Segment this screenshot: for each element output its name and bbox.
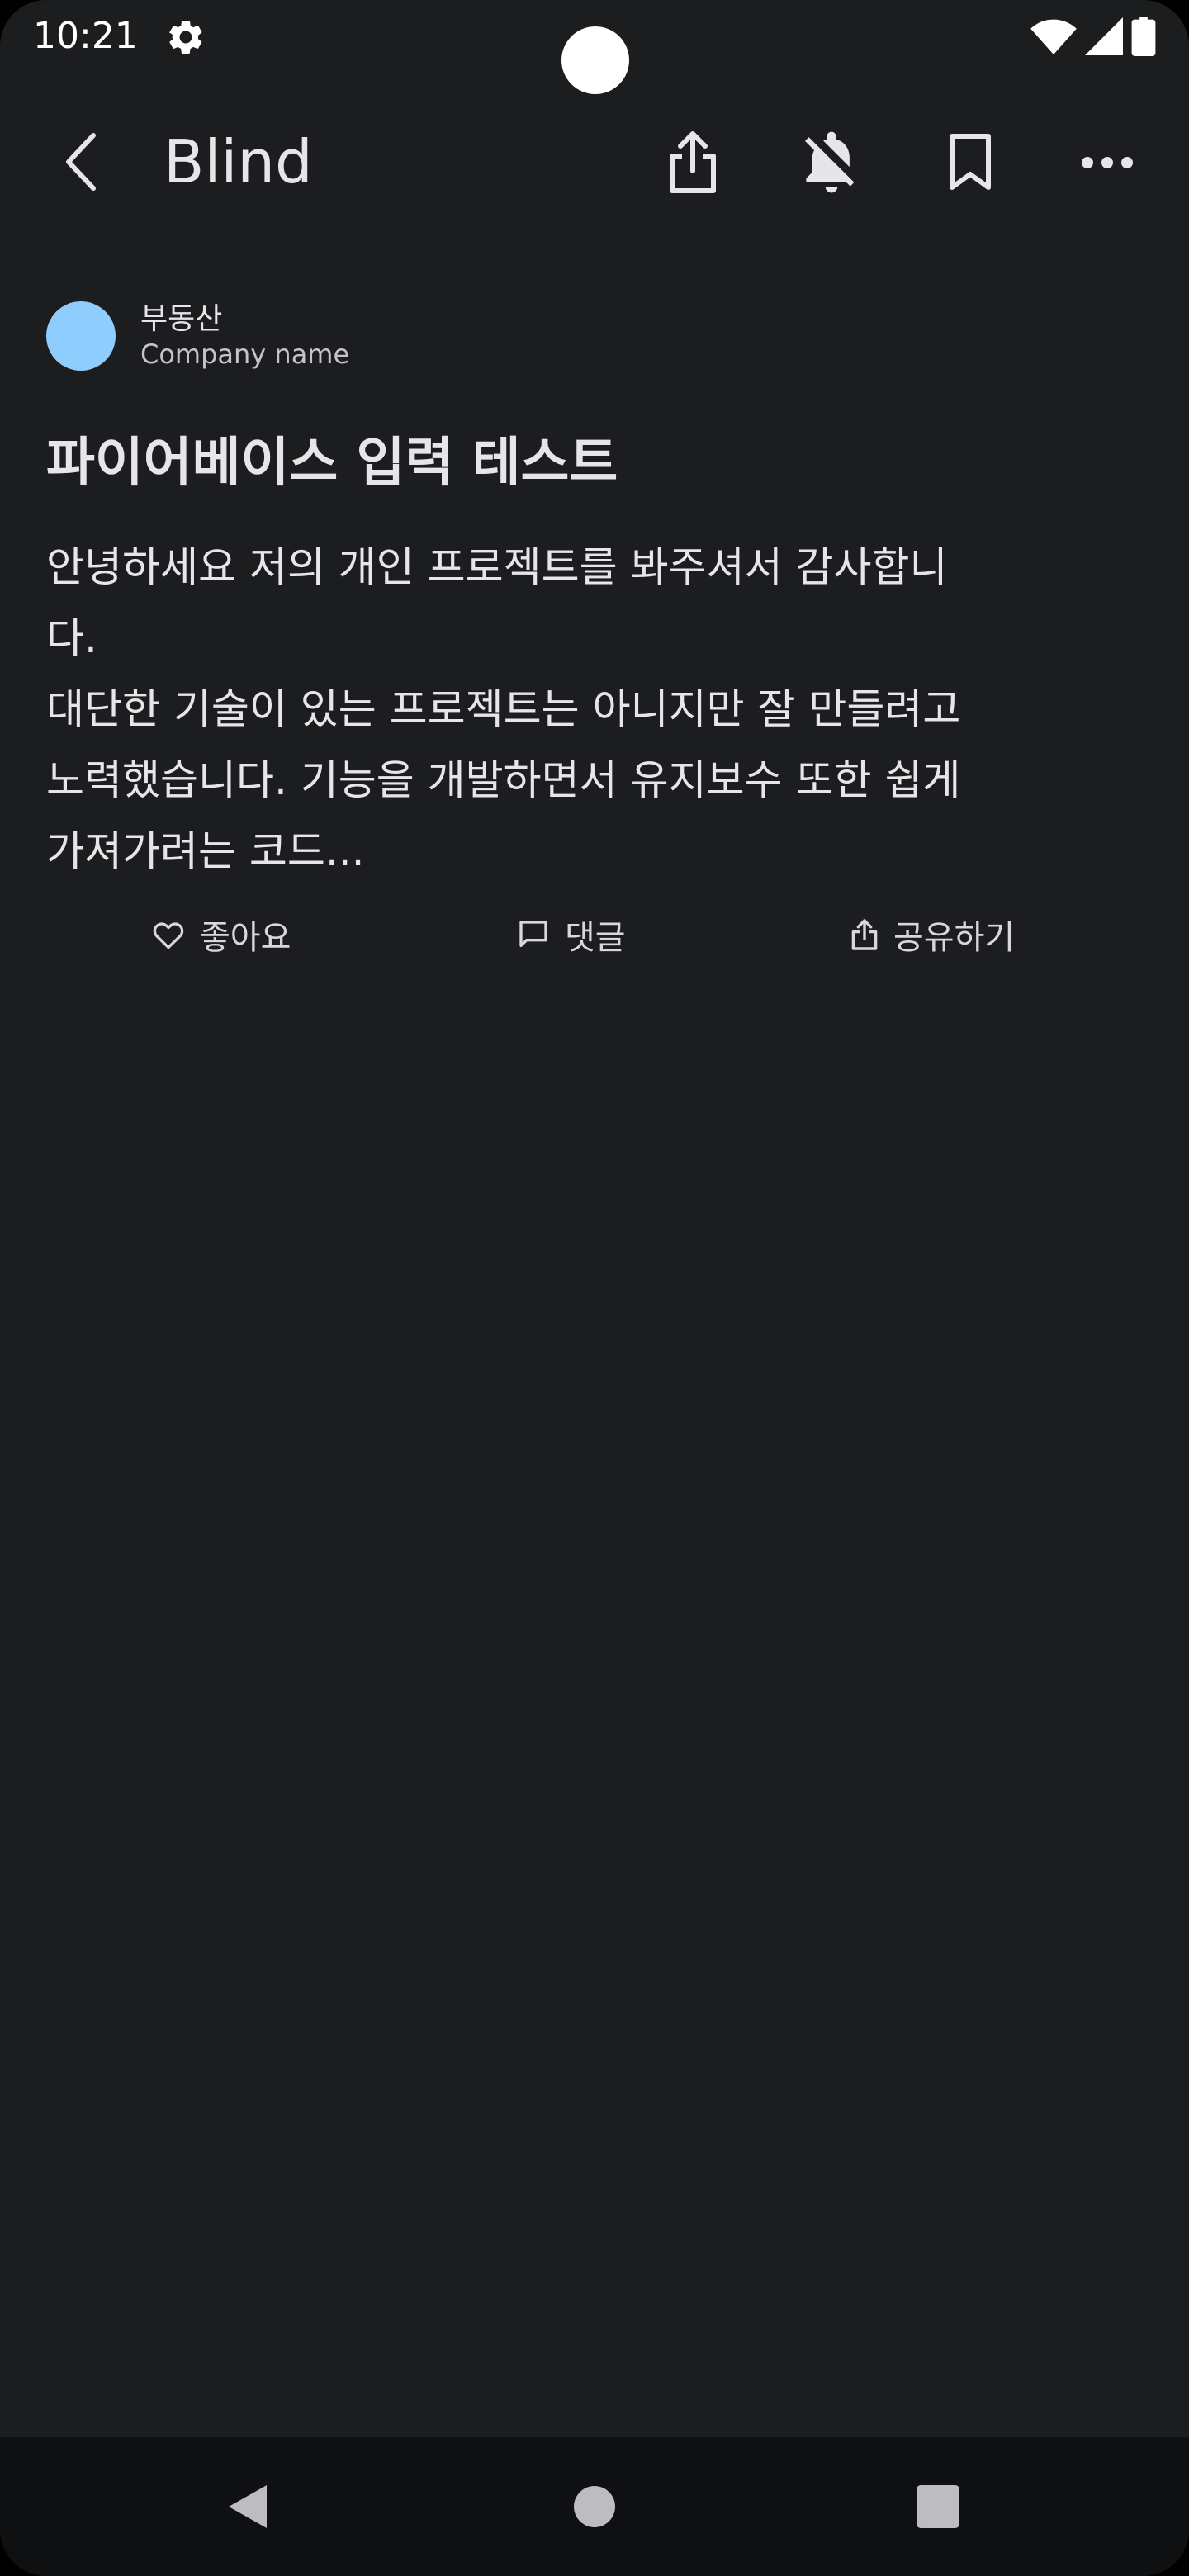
company-name: Company name	[140, 339, 350, 370]
signal-icon	[1085, 17, 1123, 59]
comment-button[interactable]: 댓글	[517, 900, 626, 969]
post-body[interactable]: 안녕하세요 저의 개인 프로젝트를 봐주셔서 감사합니 다. 대단한 기술이 있…	[46, 532, 1153, 887]
author-row[interactable]: 부동산 Company name	[46, 299, 349, 373]
home-circle-icon	[574, 2486, 615, 2527]
notifications-off-icon	[804, 131, 855, 193]
status-time: 10:21	[33, 15, 138, 57]
reaction-bar: 좋아요 댓글 공유하기	[0, 900, 1189, 969]
heart-icon	[153, 922, 184, 949]
back-triangle-icon	[229, 2485, 267, 2528]
comment-icon	[519, 921, 547, 947]
status-bar: 10:21	[0, 0, 1189, 94]
post-body-line: 가져가려는 코드...	[46, 827, 365, 875]
more-icon	[1082, 157, 1133, 168]
notifications-off-button[interactable]	[794, 125, 869, 200]
nav-recents-button[interactable]	[897, 2465, 979, 2548]
like-label: 좋아요	[200, 919, 291, 957]
app-title: Blind	[163, 127, 313, 197]
bookmark-icon	[950, 134, 991, 190]
bookmark-button[interactable]	[933, 125, 1007, 200]
screen: 10:21 Blind 부동산 Company name 파이어베이스 입력 테…	[0, 0, 1189, 2576]
share-icon	[670, 131, 716, 193]
post-body-line: 노력했습니다. 기능을 개발하면서 유지보수 또한 쉽게	[46, 756, 961, 804]
status-icons	[1030, 15, 1156, 61]
like-button[interactable]: 좋아요	[152, 900, 291, 969]
nav-back-button[interactable]	[206, 2465, 289, 2548]
share-button[interactable]	[656, 125, 730, 200]
battery-icon	[1131, 17, 1156, 59]
avatar	[46, 301, 116, 371]
more-options-button[interactable]	[1070, 125, 1144, 200]
share-post-button[interactable]: 공유하기	[850, 900, 1015, 969]
recents-square-icon	[917, 2485, 959, 2528]
share-label: 공유하기	[893, 919, 1016, 957]
nav-home-button[interactable]	[553, 2465, 636, 2548]
system-nav-bar	[0, 2437, 1189, 2576]
camera-cutout	[561, 26, 629, 94]
back-button[interactable]	[50, 130, 112, 193]
share-small-icon	[851, 919, 878, 950]
settings-icon	[165, 17, 206, 58]
post-body-line: 대단한 기술이 있는 프로젝트는 아니지만 잘 만들려고	[46, 685, 961, 733]
app-bar: Blind	[0, 116, 1189, 206]
wifi-icon	[1030, 18, 1077, 58]
post-body-line: 안녕하세요 저의 개인 프로젝트를 봐주셔서 감사합니	[46, 543, 948, 591]
author-name: 부동산	[140, 302, 223, 336]
comment-label: 댓글	[565, 919, 626, 957]
post-title: 파이어베이스 입력 테스트	[46, 433, 618, 494]
author-info: 부동산 Company name	[140, 301, 349, 371]
post-body-line: 다.	[46, 614, 97, 662]
back-arrow-icon	[66, 133, 96, 191]
